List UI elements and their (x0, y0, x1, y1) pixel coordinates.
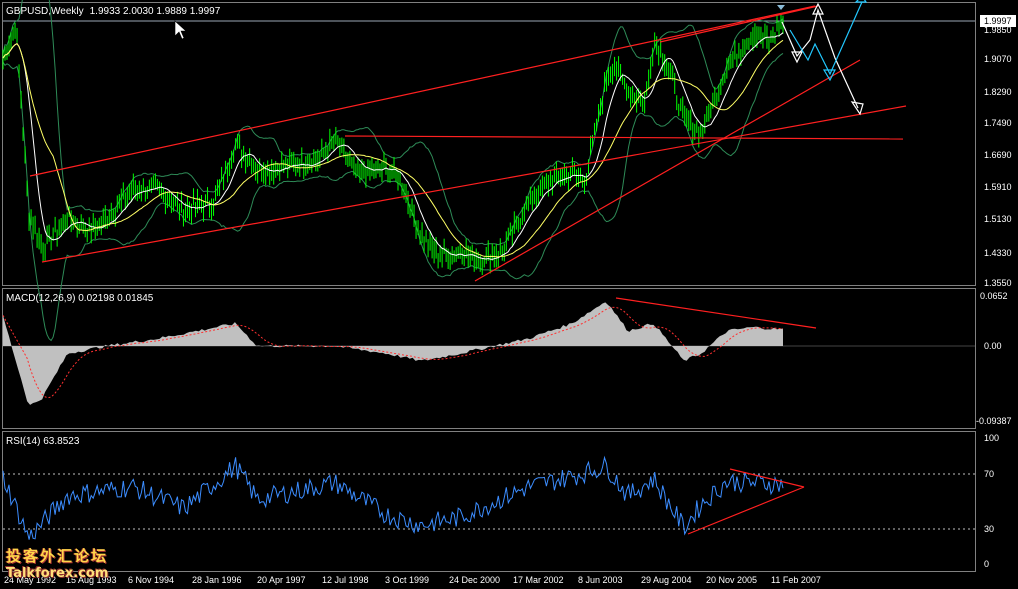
macd-tick-top: 0.0652 (980, 291, 1008, 301)
date-label-5: 20 Apr 1997 (257, 575, 306, 585)
date-label-4: 28 Jan 1996 (192, 575, 242, 585)
price-tick-2: 1.9070 (984, 54, 1012, 64)
date-label-11: 29 Aug 2004 (641, 575, 692, 585)
chart-canvas: GBPUSD,Weekly 1.9933 2.0030 1.9889 1.9997… (0, 0, 1018, 589)
watermark-site: Talkforex.com (6, 566, 109, 581)
date-label-6: 12 Jul 1998 (322, 575, 369, 585)
macd-label: MACD(12,26,9) 0.02198 0.01845 (6, 293, 154, 304)
date-label-12: 20 Nov 2005 (706, 575, 757, 585)
date-label-3: 6 Nov 1994 (128, 575, 174, 585)
price-tick-7: 1.5130 (984, 214, 1012, 224)
rsi-tick-30: 30 (984, 524, 994, 534)
macd-tick-zero: 0.00 (984, 341, 1002, 351)
price-tick-6: 1.5910 (984, 182, 1012, 192)
last-price-tag: 1.9997 (980, 15, 1016, 27)
rsi-label: RSI(14) 63.8523 (6, 436, 80, 447)
price-tick-5: 1.6690 (984, 150, 1012, 160)
price-tick-8: 1.4330 (984, 248, 1012, 258)
date-label-13: 11 Feb 2007 (771, 575, 821, 585)
rsi-tick-0: 0 (984, 559, 989, 569)
symbol-header: GBPUSD,Weekly 1.9933 2.0030 1.9889 1.9997 (6, 6, 221, 17)
rsi-tick-70: 70 (984, 469, 994, 479)
date-label-7: 3 Oct 1999 (385, 575, 429, 585)
macd-tick-bottom: -0.09387 (976, 416, 1012, 426)
price-tick-4: 1.7490 (984, 118, 1012, 128)
watermark-chinese: 投客外汇论坛 (6, 547, 109, 565)
rsi-tick-100: 100 (984, 433, 999, 443)
last-price-value: 1.9997 (984, 16, 1012, 26)
price-tick-9: 1.3550 (984, 278, 1012, 288)
price-tick-3: 1.8290 (984, 87, 1012, 97)
date-label-8: 24 Dec 2000 (449, 575, 500, 585)
date-label-10: 8 Jun 2003 (578, 575, 623, 585)
date-label-9: 17 Mar 2002 (513, 575, 564, 585)
